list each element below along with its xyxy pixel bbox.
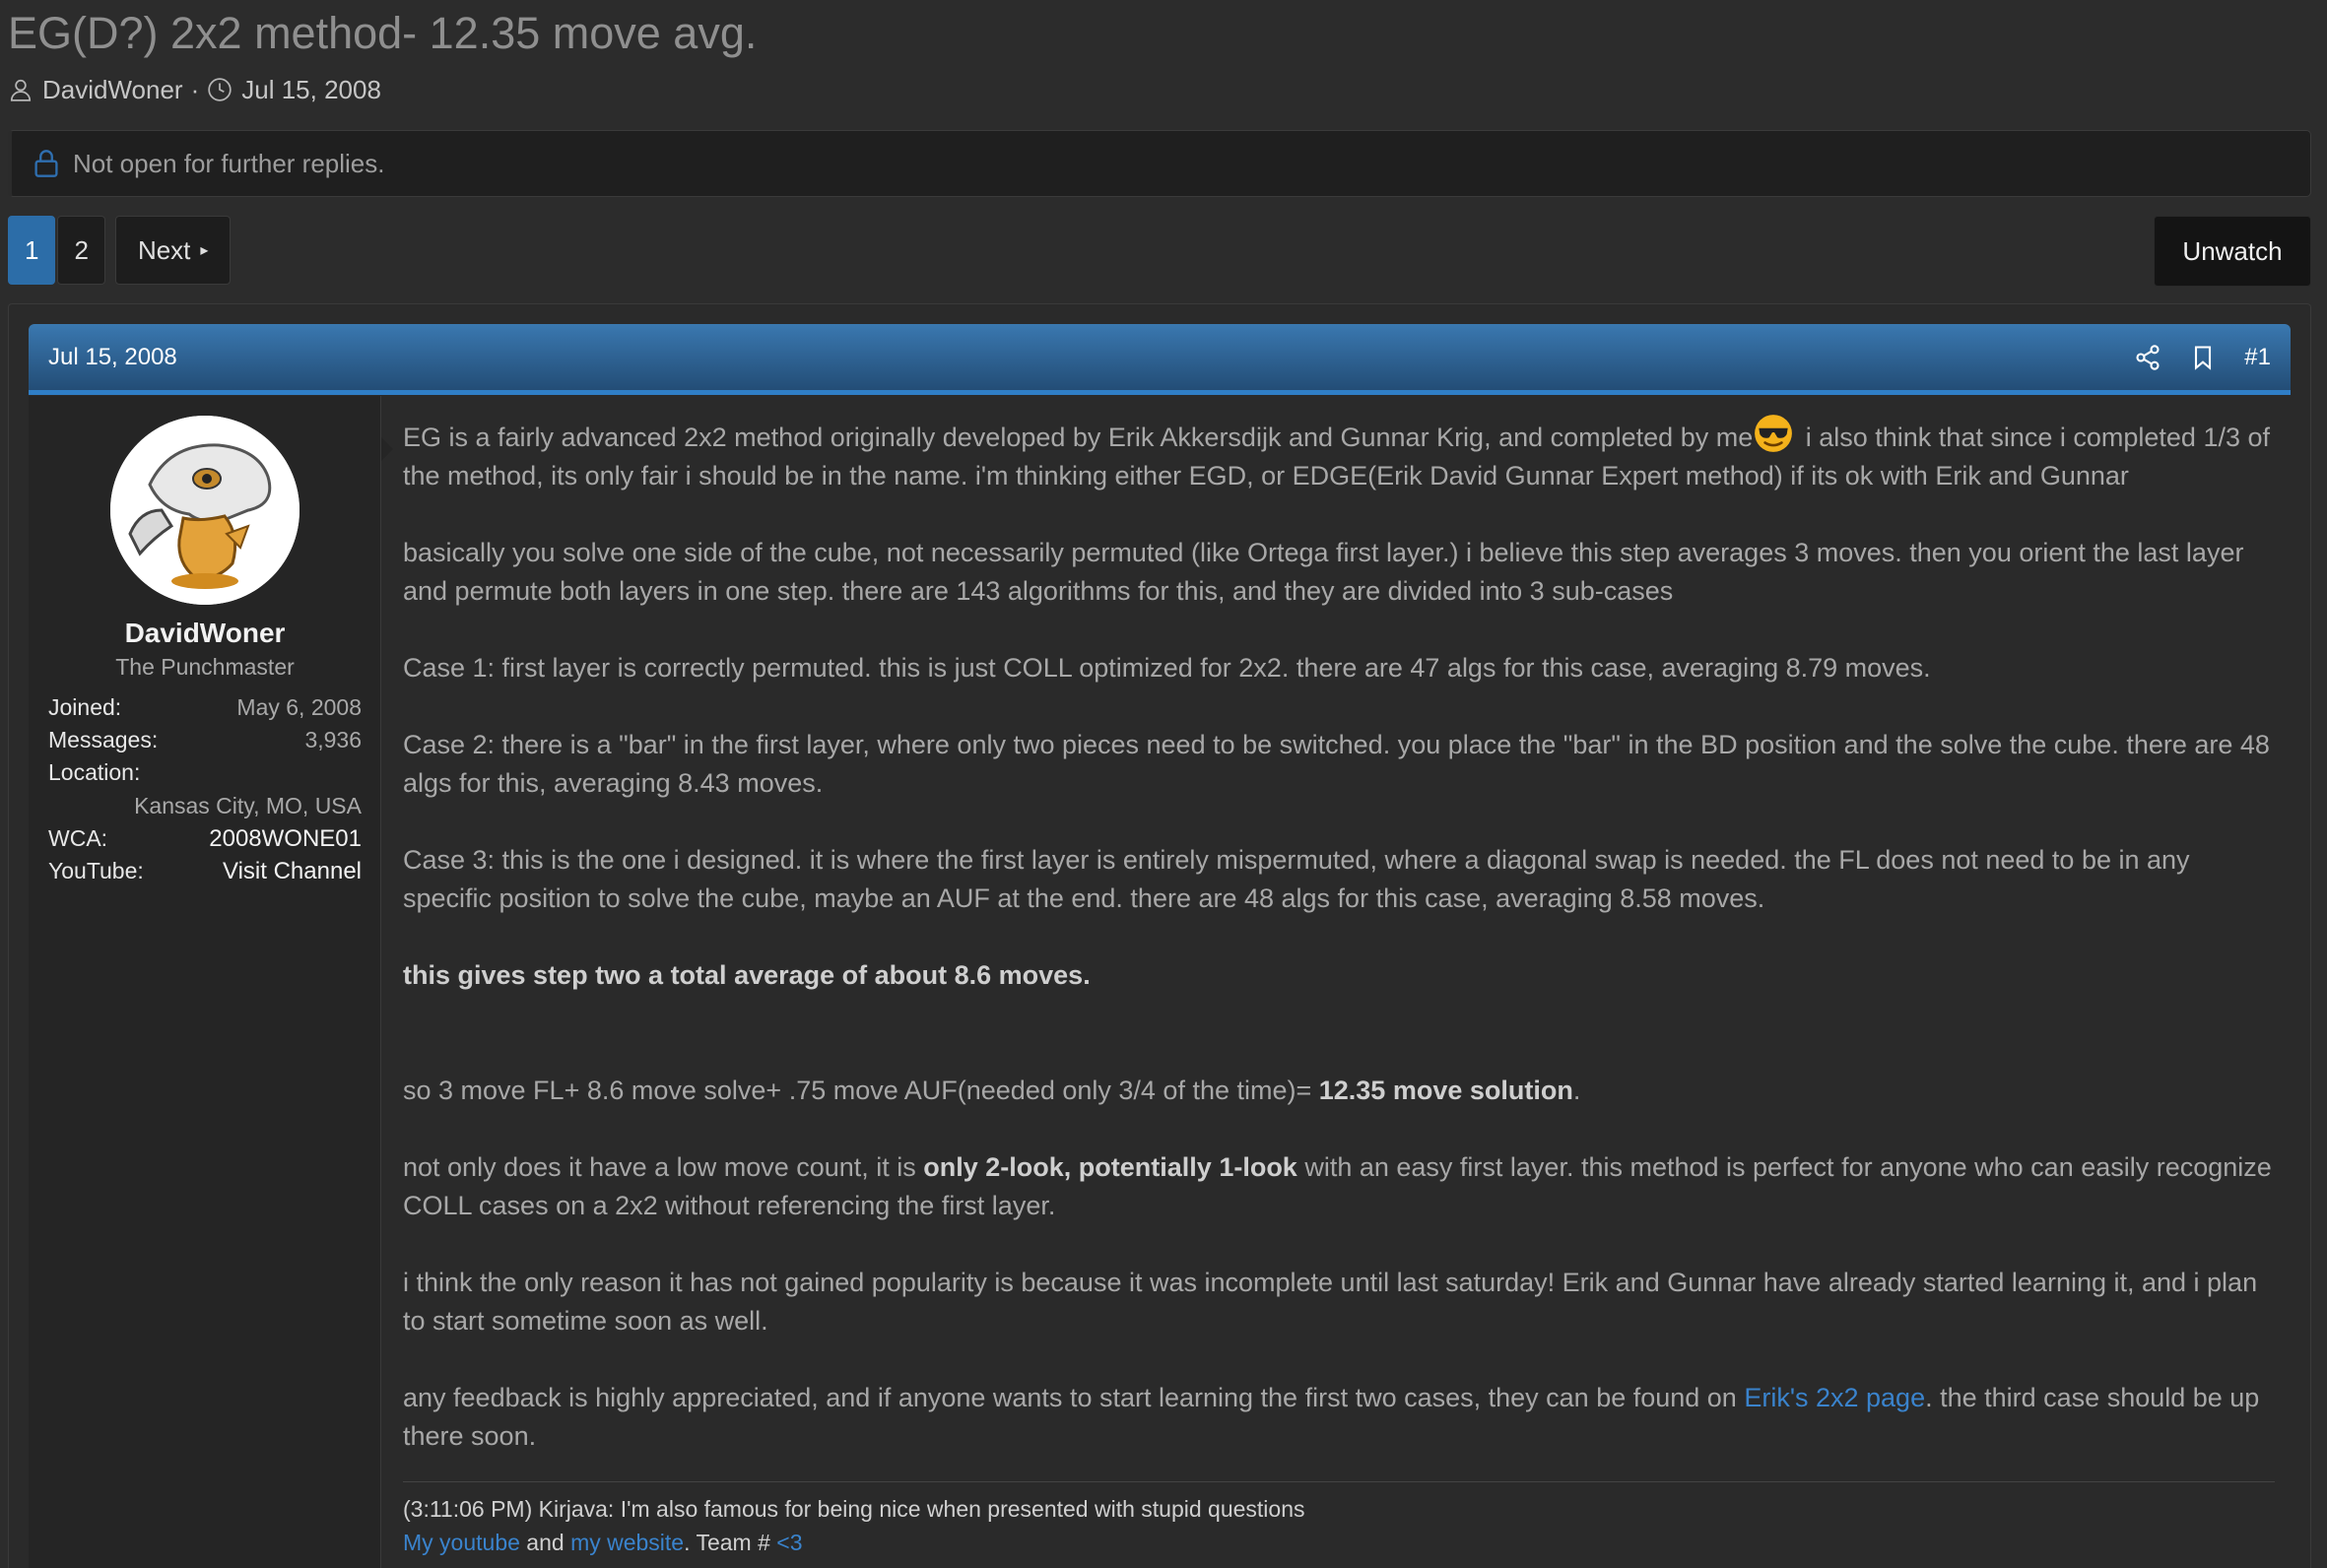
post-header: Jul 15, 2008 #1	[29, 324, 2291, 395]
avatar[interactable]	[110, 416, 299, 605]
user-icon	[8, 77, 33, 102]
thread-author-link[interactable]: DavidWoner	[42, 75, 183, 105]
message-paragraph: any feedback is highly appreciated, and …	[403, 1379, 2275, 1456]
stat-location-value[interactable]: Kansas City, MO, USA	[48, 789, 362, 822]
locked-notice-text: Not open for further replies.	[73, 148, 385, 178]
stat-wca: WCA: 2008WONE01	[48, 822, 362, 855]
stat-label: Joined:	[48, 694, 122, 720]
post-message: EG is a fairly advanced 2x2 method origi…	[403, 413, 2275, 1494]
post-1: Jul 15, 2008 #1 DavidWoner The Punchmast…	[8, 303, 2311, 1568]
signature: (3:11:06 PM) Kirjava: I'm also famous fo…	[403, 1481, 2275, 1559]
post-actions: #1	[2134, 324, 2271, 390]
stat-location: Location:	[48, 756, 362, 789]
user-title: The Punchmaster	[115, 654, 295, 680]
clock-icon	[207, 77, 233, 102]
meta-separator: ·	[190, 74, 200, 104]
next-page-label: Next	[137, 234, 191, 265]
message-paragraph: EG is a fairly advanced 2x2 method origi…	[403, 413, 2275, 495]
message-paragraph: Case 1: first layer is correctly permute…	[403, 653, 1931, 683]
message-text: any feedback is highly appreciated, and …	[403, 1383, 1745, 1412]
next-arrow-icon: ▸	[200, 242, 209, 259]
message-paragraph: not only does it have a low move count, …	[403, 1148, 2275, 1225]
message-paragraph: i think the only reason it has not gaine…	[403, 1268, 2258, 1336]
my-website-link[interactable]: my website	[570, 1530, 684, 1555]
stat-youtube: YouTube: Visit Channel	[48, 855, 362, 887]
post-date-link[interactable]: Jul 15, 2008	[48, 324, 177, 390]
cool-emoji-icon	[1753, 413, 1794, 454]
message-paragraph: Case 2: there is a "bar" in the first la…	[403, 730, 2270, 798]
eriks-2x2-page-link[interactable]: Erik's 2x2 page	[1744, 1383, 1925, 1412]
stat-joined: Joined: May 6, 2008	[48, 691, 362, 724]
stat-value: May 6, 2008	[236, 694, 362, 720]
thread-date-link[interactable]: Jul 15, 2008	[241, 75, 381, 105]
message-paragraph: so 3 move FL+ 8.6 move solve+ .75 move A…	[403, 1072, 2275, 1110]
thread-page: EG(D?) 2x2 method- 12.35 move avg. David…	[0, 0, 2327, 1568]
pagination: 1 2 Next ▸	[8, 216, 232, 285]
stat-label: Messages:	[48, 727, 159, 752]
unwatch-button[interactable]: Unwatch	[2154, 216, 2311, 287]
message-text: .	[1572, 1076, 1581, 1105]
message-text: so 3 move FL+ 8.6 move solve+ .75 move A…	[403, 1076, 1319, 1105]
signature-text: . Team #	[684, 1530, 777, 1555]
message-paragraph: basically you solve one side of the cube…	[403, 538, 2244, 606]
username-link[interactable]: DavidWoner	[29, 618, 381, 649]
my-youtube-link[interactable]: My youtube	[403, 1530, 520, 1555]
stat-value: 2008WONE01	[209, 824, 362, 852]
youtube-channel-link[interactable]: Visit Channel	[223, 858, 362, 885]
user-stats: Joined: May 6, 2008 Messages: 3,936 Loca…	[48, 691, 362, 887]
stat-label: WCA:	[48, 825, 108, 851]
stat-value[interactable]: 3,936	[304, 727, 362, 753]
bold-text: 12.35 move solution	[1318, 1076, 1573, 1105]
bookmark-icon[interactable]	[2189, 344, 2217, 371]
thread-title: EG(D?) 2x2 method- 12.35 move avg.	[8, 8, 758, 58]
stat-label: Location:	[48, 759, 141, 785]
signature-links: My youtube and my website. Team # <3	[403, 1526, 2275, 1559]
stat-messages: Messages: 3,936	[48, 724, 362, 756]
bold-text: this gives step two a total average of a…	[403, 960, 1091, 990]
team-heart-link[interactable]: <3	[776, 1530, 802, 1555]
page-link-1[interactable]: 1	[8, 216, 56, 285]
message-text: not only does it have a low move count, …	[403, 1152, 924, 1182]
page-link-2[interactable]: 2	[57, 216, 105, 285]
signature-text: and	[519, 1530, 571, 1555]
post-number-link[interactable]: #1	[2244, 344, 2271, 371]
user-sidebar: DavidWoner The Punchmaster Joined: May 6…	[29, 396, 393, 1568]
message-paragraph: this gives step two a total average of a…	[403, 956, 2275, 995]
stat-label: YouTube:	[48, 858, 144, 883]
message-paragraph: Case 3: this is the one i designed. it i…	[403, 845, 2190, 913]
lock-icon	[33, 149, 59, 178]
thread-meta: DavidWoner · Jul 15, 2008	[8, 73, 381, 106]
signature-quote: (3:11:06 PM) Kirjava: I'm also famous fo…	[403, 1496, 1305, 1522]
message-text: EG is a fairly advanced 2x2 method origi…	[403, 423, 1754, 452]
bold-text: only 2-look, potentially 1-look	[923, 1152, 1297, 1182]
share-icon[interactable]	[2134, 344, 2161, 371]
next-page-button[interactable]: Next ▸	[114, 216, 232, 285]
locked-notice: Not open for further replies.	[8, 130, 2311, 197]
